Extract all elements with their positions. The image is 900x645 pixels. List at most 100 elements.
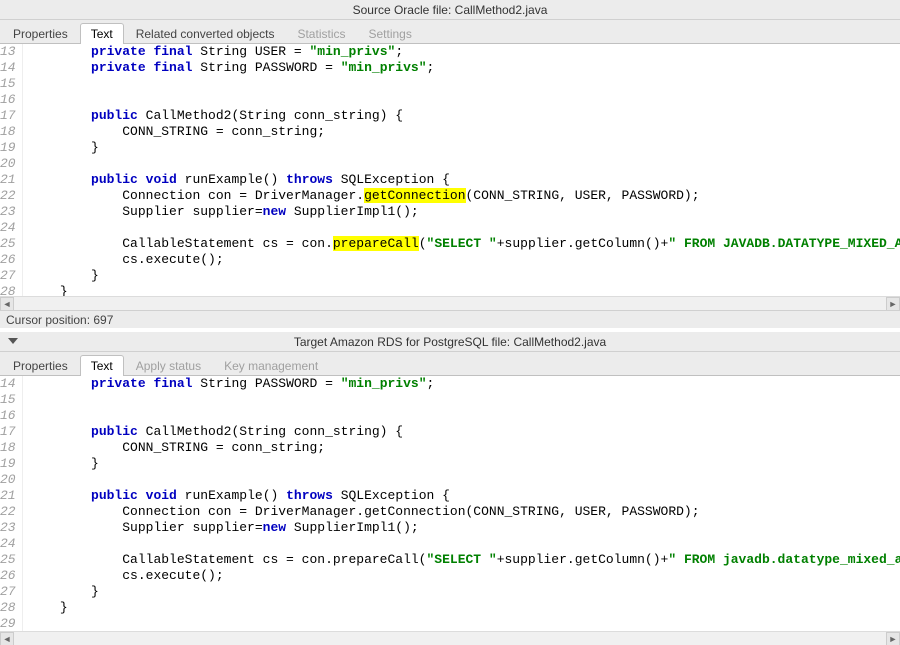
code-content[interactable]: } [23,268,900,284]
line-number: 20 [0,156,23,172]
code-content[interactable]: } [23,284,900,296]
target-tab-properties[interactable]: Properties [2,355,79,376]
code-content[interactable] [23,472,900,488]
code-line: 28 } [0,284,900,296]
code-line: 21 public void runExample() throws SQLEx… [0,488,900,504]
source-tab-properties[interactable]: Properties [2,23,79,44]
line-number: 14 [0,60,23,76]
target-title: Target Amazon RDS for PostgreSQL file: C… [294,335,606,349]
scroll-track[interactable] [14,632,886,645]
target-horizontal-scrollbar[interactable]: ◄ ► [0,631,900,645]
code-line: 16 [0,408,900,424]
code-line: 18 CONN_STRING = conn_string; [0,124,900,140]
line-number: 22 [0,188,23,204]
source-tab-related-converted-objects[interactable]: Related converted objects [125,23,286,44]
source-tab-text[interactable]: Text [80,23,124,44]
code-content[interactable]: } [23,600,900,616]
line-number: 18 [0,440,23,456]
code-line: 29 [0,616,900,631]
code-line: 27 } [0,584,900,600]
code-content[interactable]: Supplier supplier=new SupplierImpl1(); [23,520,900,536]
line-number: 25 [0,236,23,252]
code-content[interactable]: Supplier supplier=new SupplierImpl1(); [23,204,900,220]
target-tab-apply-status: Apply status [125,355,212,376]
source-tabs: PropertiesTextRelated converted objectsS… [0,20,900,44]
source-tab-statistics: Statistics [286,23,356,44]
code-content[interactable]: private final String PASSWORD = "min_pri… [23,376,900,392]
source-editor[interactable]: 13 private final String USER = "min_priv… [0,44,900,296]
target-title-bar: Target Amazon RDS for PostgreSQL file: C… [0,332,900,352]
code-line: 22 Connection con = DriverManager.getCon… [0,504,900,520]
code-content[interactable] [23,536,900,552]
code-content[interactable]: private final String PASSWORD = "min_pri… [23,60,900,76]
code-content[interactable] [23,616,900,631]
code-content[interactable]: Connection con = DriverManager.getConnec… [23,188,900,204]
code-content[interactable]: cs.execute(); [23,568,900,584]
line-number: 20 [0,472,23,488]
target-tab-text[interactable]: Text [80,355,124,376]
scroll-left-icon[interactable]: ◄ [0,632,14,645]
source-title: Source Oracle file: CallMethod2.java [353,3,548,17]
line-number: 28 [0,284,23,296]
code-line: 21 public void runExample() throws SQLEx… [0,172,900,188]
code-content[interactable]: CONN_STRING = conn_string; [23,440,900,456]
code-content[interactable] [23,156,900,172]
source-pane: Source Oracle file: CallMethod2.java Pro… [0,0,900,328]
code-content[interactable]: CallableStatement cs = con.prepareCall("… [23,236,900,252]
code-content[interactable]: public void runExample() throws SQLExcep… [23,172,900,188]
source-status-bar: Cursor position: 697 [0,310,900,328]
code-content[interactable] [23,76,900,92]
code-line: 15 [0,76,900,92]
scroll-right-icon[interactable]: ► [886,632,900,645]
code-content[interactable] [23,408,900,424]
code-line: 20 [0,472,900,488]
code-content[interactable]: } [23,140,900,156]
code-content[interactable]: private final String USER = "min_privs"; [23,44,900,60]
code-content[interactable]: public void runExample() throws SQLExcep… [23,488,900,504]
cursor-position: Cursor position: 697 [6,313,113,327]
line-number: 15 [0,76,23,92]
code-content[interactable] [23,392,900,408]
source-horizontal-scrollbar[interactable]: ◄ ► [0,296,900,310]
line-number: 22 [0,504,23,520]
code-line: 25 CallableStatement cs = con.prepareCal… [0,236,900,252]
line-number: 16 [0,92,23,108]
code-content[interactable] [23,220,900,236]
code-content[interactable]: cs.execute(); [23,252,900,268]
code-content[interactable]: CONN_STRING = conn_string; [23,124,900,140]
scroll-left-icon[interactable]: ◄ [0,297,14,311]
code-line: 20 [0,156,900,172]
code-content[interactable]: CallableStatement cs = con.prepareCall("… [23,552,900,568]
code-line: 26 cs.execute(); [0,252,900,268]
line-number: 19 [0,456,23,472]
line-number: 24 [0,536,23,552]
code-content[interactable]: public CallMethod2(String conn_string) { [23,108,900,124]
source-title-bar: Source Oracle file: CallMethod2.java [0,0,900,20]
target-editor[interactable]: 14 private final String PASSWORD = "min_… [0,376,900,631]
code-content[interactable]: public CallMethod2(String conn_string) { [23,424,900,440]
target-tab-key-management: Key management [213,355,329,376]
scroll-track[interactable] [14,297,886,311]
collapse-toggle-icon[interactable] [6,334,20,348]
code-line: 22 Connection con = DriverManager.getCon… [0,188,900,204]
scroll-right-icon[interactable]: ► [886,297,900,311]
line-number: 14 [0,376,23,392]
line-number: 27 [0,584,23,600]
line-number: 17 [0,424,23,440]
line-number: 15 [0,392,23,408]
line-number: 21 [0,172,23,188]
code-content[interactable]: } [23,456,900,472]
line-number: 26 [0,252,23,268]
code-content[interactable]: Connection con = DriverManager.getConnec… [23,504,900,520]
code-content[interactable]: } [23,584,900,600]
code-line: 18 CONN_STRING = conn_string; [0,440,900,456]
code-line: 24 [0,536,900,552]
line-number: 23 [0,520,23,536]
line-number: 26 [0,568,23,584]
code-line: 25 CallableStatement cs = con.prepareCal… [0,552,900,568]
line-number: 17 [0,108,23,124]
line-number: 27 [0,268,23,284]
code-content[interactable] [23,92,900,108]
code-line: 23 Supplier supplier=new SupplierImpl1()… [0,204,900,220]
code-line: 14 private final String PASSWORD = "min_… [0,376,900,392]
